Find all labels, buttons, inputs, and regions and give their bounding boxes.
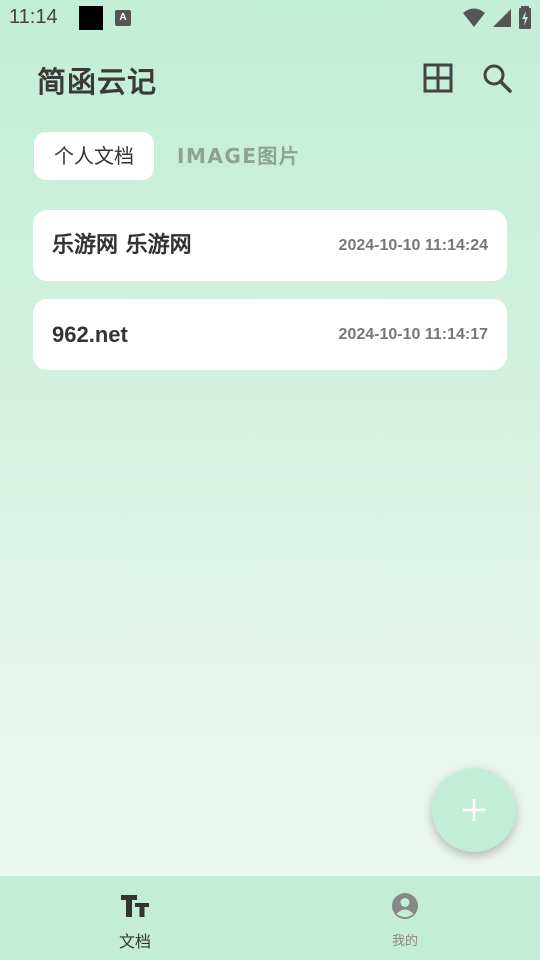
bottom-navigation: 文档 我的 — [0, 876, 540, 960]
status-icons — [462, 6, 532, 30]
notification-square-icon — [79, 6, 103, 30]
search-icon — [483, 64, 512, 93]
document-title: 962.net — [52, 322, 128, 347]
plus-icon — [463, 799, 485, 821]
text-format-icon — [121, 895, 149, 917]
wifi-icon — [463, 8, 485, 27]
battery-icon — [519, 6, 531, 29]
tab-images[interactable]: IMAGE图片 — [177, 132, 300, 180]
grid-view-button[interactable] — [422, 62, 454, 94]
nav-item-docs[interactable]: 文档 — [0, 876, 270, 960]
document-title: 乐游网 乐游网 — [52, 233, 192, 258]
notification-a-icon: A — [115, 10, 131, 26]
signal-icon — [493, 9, 511, 27]
status-time: 11:14 — [9, 6, 58, 28]
tab-personal-docs[interactable]: 个人文档 — [34, 132, 154, 180]
document-timestamp: 2024-10-10 11:14:17 — [338, 326, 488, 343]
status-bar: 11:14 A — [0, 0, 540, 36]
search-button[interactable] — [481, 62, 513, 94]
add-document-button[interactable] — [432, 768, 516, 852]
nav-item-mine[interactable]: 我的 — [270, 876, 540, 960]
document-timestamp: 2024-10-10 11:14:24 — [338, 237, 488, 254]
account-circle-icon — [392, 893, 418, 919]
nav-label-mine: 我的 — [391, 934, 418, 949]
document-card[interactable]: 乐游网 乐游网 2024-10-10 11:14:24 — [33, 210, 507, 281]
nav-label-docs: 文档 — [118, 932, 151, 951]
grid-icon — [423, 63, 453, 93]
app-title: 简函云记 — [37, 65, 158, 99]
document-card[interactable]: 962.net 2024-10-10 11:14:17 — [33, 299, 507, 370]
